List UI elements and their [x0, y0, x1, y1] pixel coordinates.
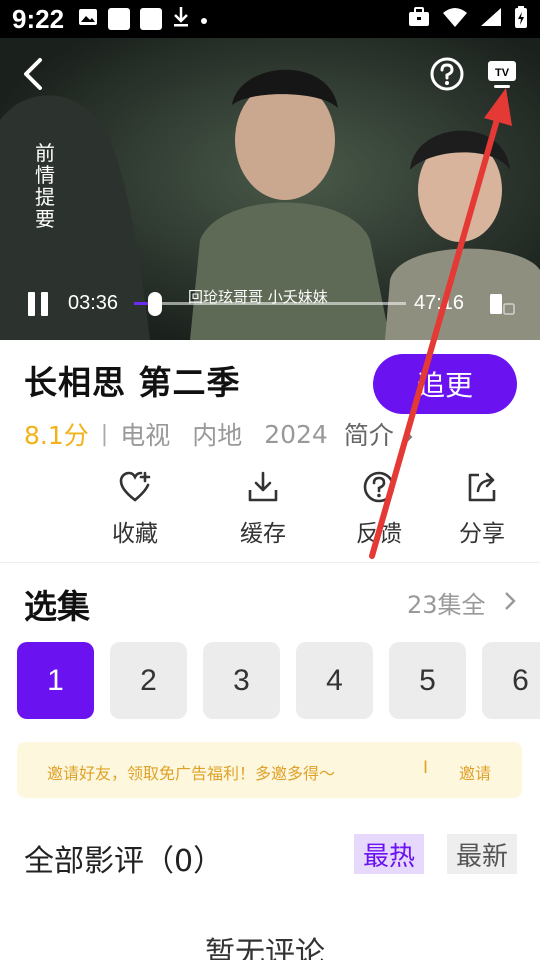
image-icon: [78, 7, 98, 31]
favorite-button[interactable]: 收藏: [95, 470, 175, 548]
show-title: 长相思 第二季: [24, 363, 241, 402]
episode-button-5[interactable]: 5: [389, 642, 466, 719]
sort-new-tab[interactable]: 最新: [447, 834, 517, 874]
status-time: 9:22: [12, 3, 65, 34]
notification-square-icon: [140, 8, 163, 30]
help-button[interactable]: [429, 56, 465, 92]
current-time: 03:36: [68, 292, 119, 314]
progress-thumb[interactable]: [148, 292, 162, 316]
episodes-count-link[interactable]: 23集全: [407, 585, 486, 620]
help-circle-icon: [430, 57, 464, 91]
category: 电视: [120, 421, 171, 450]
pause-button[interactable]: [24, 290, 52, 318]
pause-icon: [28, 292, 48, 316]
dot-icon: [200, 10, 208, 29]
briefcase-icon: [408, 7, 430, 31]
episodes-heading: 选集: [24, 587, 90, 626]
video-player[interactable]: 9:22 TV 前 情 提 要 03:36 回玱玹哥哥 小夭妹妹 47:16: [0, 0, 540, 340]
rotate-screen-icon: [490, 294, 515, 315]
invite-banner[interactable]: 邀请好友，领取免广告福利！多邀多得～ I 邀请: [17, 742, 522, 798]
empty-reviews-text: 暂无评论: [205, 936, 325, 960]
progress-bar[interactable]: [134, 292, 406, 316]
battery-icon: [514, 6, 528, 32]
fullscreen-rotate-button[interactable]: [486, 290, 518, 318]
share-button[interactable]: 分享: [442, 470, 522, 548]
episode-button-1[interactable]: 1: [17, 642, 94, 719]
intro-label: 简介: [343, 421, 394, 450]
episode-button-6[interactable]: 6: [482, 642, 540, 719]
chevron-right-icon: [404, 430, 413, 444]
feedback-label: 反馈: [356, 521, 402, 547]
heart-plus-icon: [119, 471, 151, 502]
feedback-button[interactable]: 反馈: [339, 470, 419, 548]
recap-label[interactable]: 前 情 提 要: [32, 142, 58, 230]
share-label: 分享: [459, 521, 505, 547]
download-button[interactable]: 缓存: [223, 470, 303, 548]
wifi-icon: [442, 7, 468, 31]
follow-button[interactable]: 追更: [373, 354, 517, 414]
status-bar: 9:22: [0, 0, 540, 38]
player-controls: 03:36 回玱玹哥哥 小夭妹妹 47:16: [0, 282, 540, 326]
episode-button-3[interactable]: 3: [203, 642, 280, 719]
help-circle-icon: [363, 471, 395, 503]
download-icon: [248, 471, 278, 502]
back-button[interactable]: [14, 54, 54, 94]
signal-icon: [480, 7, 502, 31]
action-bar: 收藏 缓存 反馈 分享: [0, 470, 540, 550]
chevron-left-icon: [24, 58, 42, 90]
episode-list: 1 2 3 4 5 6: [17, 642, 540, 720]
score: 8.1分: [24, 421, 89, 450]
invite-text: 邀请好友，领取免广告福利！多邀多得～: [47, 764, 336, 783]
year: 2024: [264, 419, 328, 449]
share-icon: [468, 472, 496, 502]
meta-separator: |: [100, 421, 109, 447]
episode-button-2[interactable]: 2: [110, 642, 187, 719]
show-meta: 8.1分 | 电视 内地 2024 简介: [24, 416, 414, 452]
notification-square-icon: [108, 8, 131, 30]
episode-button-4[interactable]: 4: [296, 642, 373, 719]
total-time: 47:16: [414, 292, 465, 314]
invite-separator: I: [423, 758, 429, 778]
intro-link[interactable]: 简介: [344, 416, 414, 452]
divider: [0, 562, 540, 563]
tv-icon: TV: [488, 61, 516, 88]
favorite-label: 收藏: [112, 521, 158, 547]
download-status-icon: [172, 6, 190, 32]
invite-link[interactable]: 邀请: [459, 760, 491, 784]
chevron-right-icon[interactable]: [500, 588, 520, 614]
svg-text:TV: TV: [495, 67, 510, 79]
cast-tv-button[interactable]: TV: [484, 56, 520, 92]
sort-hot-tab[interactable]: 最热: [354, 834, 424, 874]
download-label: 缓存: [240, 521, 286, 547]
reviews-heading: 全部影评（0）: [24, 844, 224, 879]
region: 内地: [192, 421, 243, 450]
